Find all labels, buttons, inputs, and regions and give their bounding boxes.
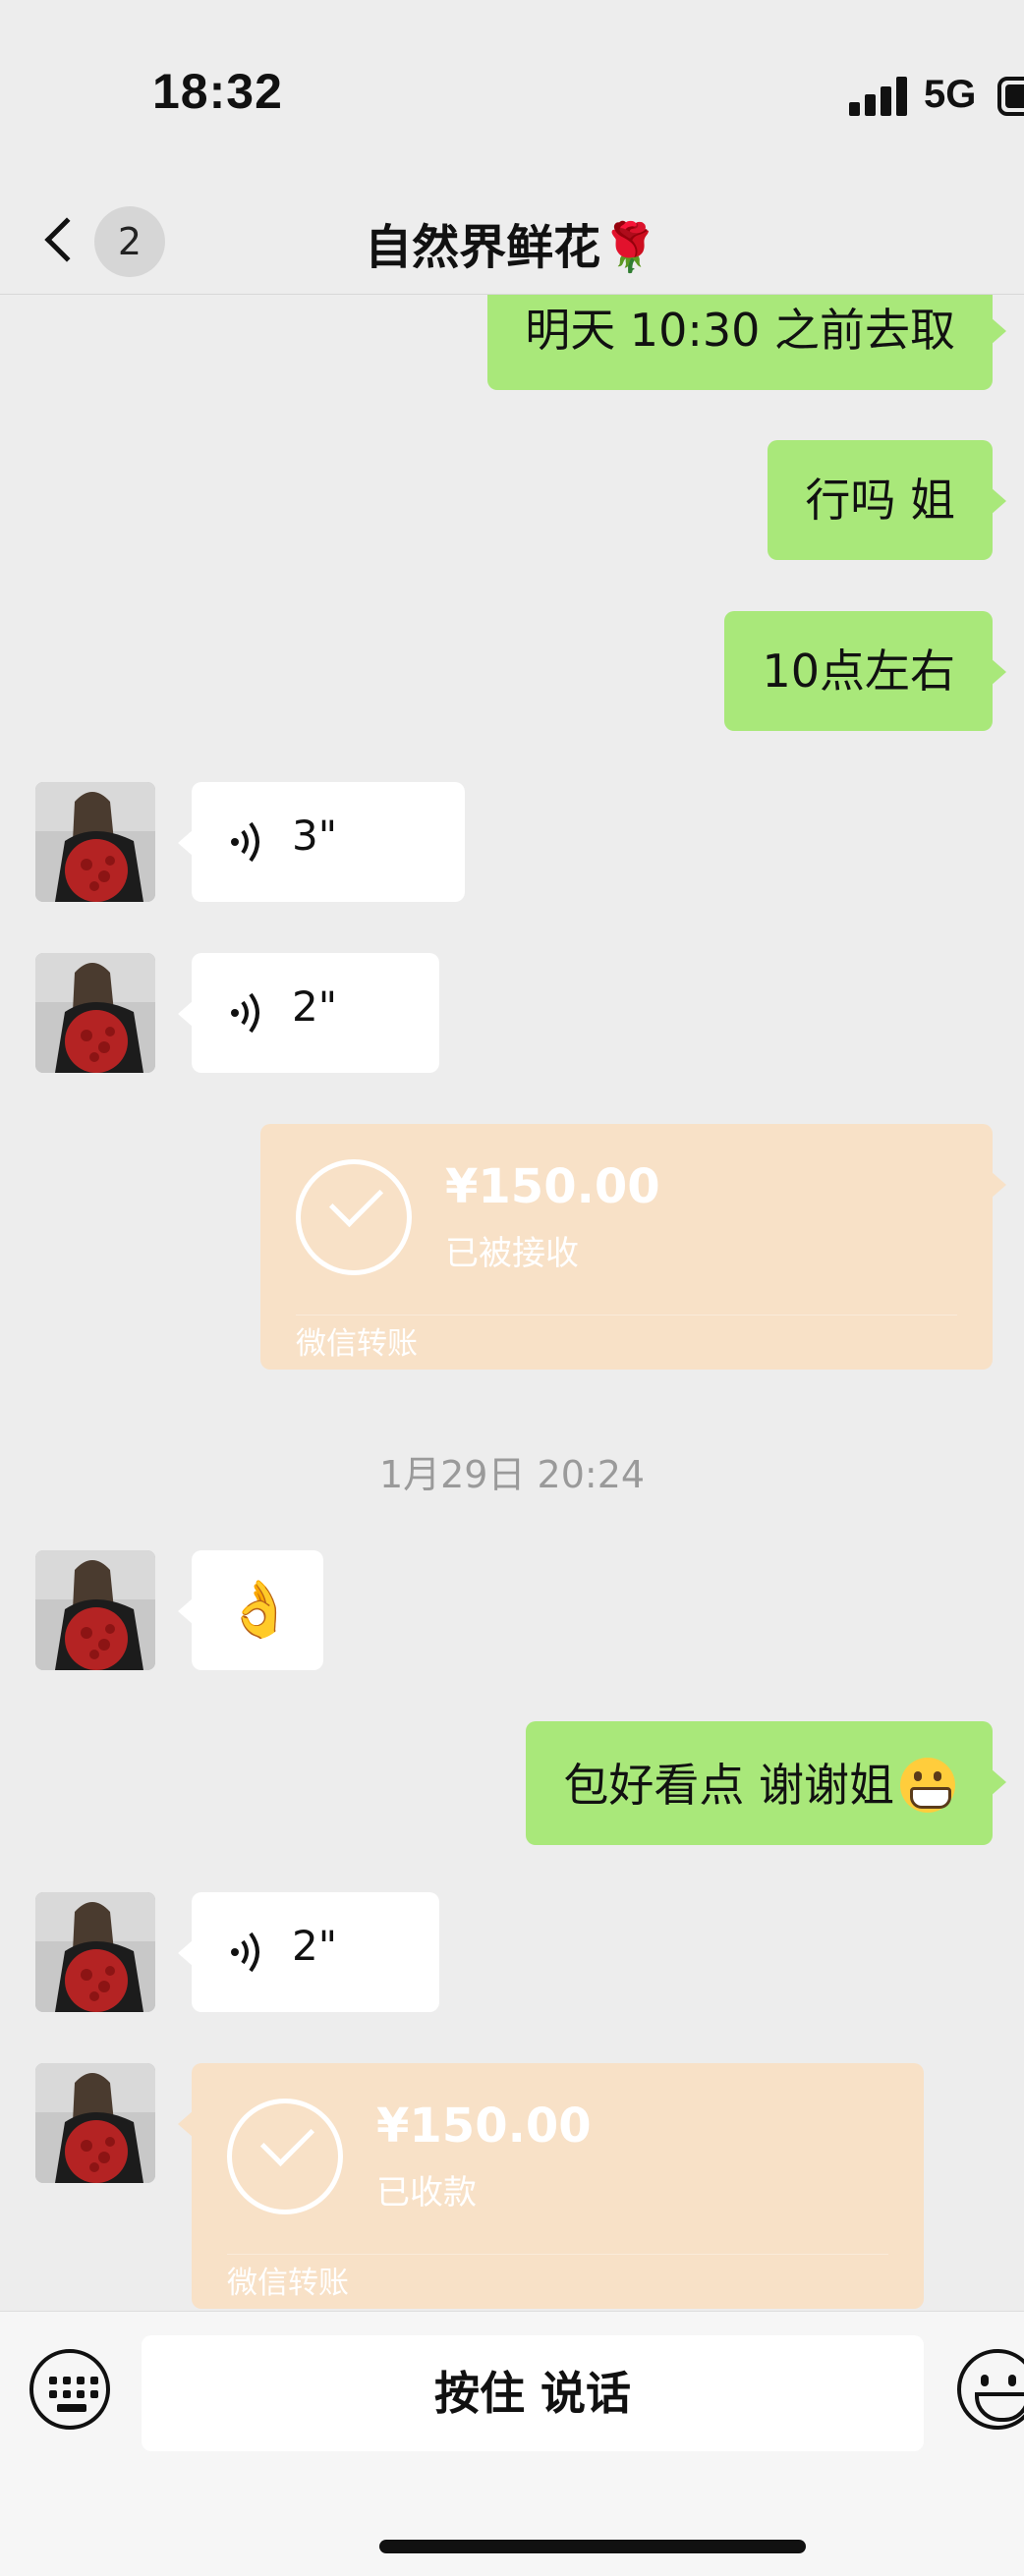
transfer-label: 微信转账 xyxy=(296,1326,418,1362)
message-timestamp: 1月29日 20:24 xyxy=(378,1453,646,1496)
voice-message[interactable]: 2" xyxy=(178,953,439,1073)
message-text: 包好看点 谢谢姐 xyxy=(563,1758,894,1812)
transfer-card-outgoing[interactable]: ¥150.00 已被接收 微信转账 xyxy=(260,1124,1006,1370)
keyboard-icon[interactable] xyxy=(29,2349,110,2430)
transfer-label: 微信转账 xyxy=(227,2266,349,2301)
check-circle-icon xyxy=(296,1159,412,1275)
contact-avatar[interactable] xyxy=(35,953,155,1073)
chat-header: 2 自然界鲜花🌹 xyxy=(0,187,1024,295)
emoji-face-icon[interactable] xyxy=(957,2349,1024,2430)
avatar-image xyxy=(35,1892,155,2012)
avatar-image xyxy=(35,2063,155,2183)
contact-avatar[interactable] xyxy=(35,2063,155,2183)
outgoing-message[interactable]: 10点左右 xyxy=(724,611,1006,731)
signal-icon xyxy=(849,77,908,116)
emoji-message[interactable]: 👌 xyxy=(178,1550,323,1670)
outgoing-message[interactable]: 行吗 姐 xyxy=(768,440,1006,560)
ok-hand-emoji: 👌 xyxy=(225,1578,294,1642)
voice-wave-icon xyxy=(231,821,259,863)
transfer-status: 已被接收 xyxy=(445,1234,579,1273)
clock-time: 18:32 xyxy=(152,64,283,119)
transfer-divider xyxy=(296,1315,957,1316)
avatar-image xyxy=(35,782,155,902)
voice-wave-icon xyxy=(231,1932,259,1973)
voice-message[interactable]: 3" xyxy=(178,782,465,902)
check-circle-icon xyxy=(227,2099,343,2214)
message-list[interactable]: 明天 10:30 之前去取 行吗 姐 10点左右 3" 2" ¥150.00 已… xyxy=(0,295,1024,2311)
status-bar: 18:32 5G xyxy=(0,0,1024,187)
avatar-image xyxy=(35,1550,155,1670)
voice-message[interactable]: 2" xyxy=(178,1892,439,2012)
hold-to-talk-button[interactable]: 按住 说话 xyxy=(142,2335,924,2451)
outgoing-message[interactable]: 包好看点 谢谢姐 xyxy=(526,1721,1006,1845)
network-type: 5G xyxy=(924,73,977,116)
transfer-amount: ¥150.00 xyxy=(445,1159,660,1214)
grinning-face-emoji xyxy=(900,1757,955,1813)
transfer-amount: ¥150.00 xyxy=(376,2099,592,2154)
outgoing-message[interactable]: 明天 10:30 之前去取 xyxy=(487,295,1006,390)
input-bar: 按住 说话 xyxy=(0,2311,1024,2576)
voice-duration: 3" xyxy=(292,812,338,860)
chat-title: 自然界鲜花🌹 xyxy=(365,220,659,275)
voice-duration: 2" xyxy=(292,982,338,1031)
home-indicator xyxy=(379,2540,806,2553)
voice-duration: 2" xyxy=(292,1922,338,1970)
contact-avatar[interactable] xyxy=(35,1892,155,2012)
contact-avatar[interactable] xyxy=(35,782,155,902)
transfer-card-incoming[interactable]: ¥150.00 已收款 微信转账 xyxy=(178,2063,924,2309)
transfer-divider xyxy=(227,2254,888,2255)
contact-avatar[interactable] xyxy=(35,1550,155,1670)
avatar-image xyxy=(35,953,155,1073)
voice-wave-icon xyxy=(231,992,259,1034)
battery-icon xyxy=(997,77,1024,116)
transfer-status: 已收款 xyxy=(376,2173,477,2212)
